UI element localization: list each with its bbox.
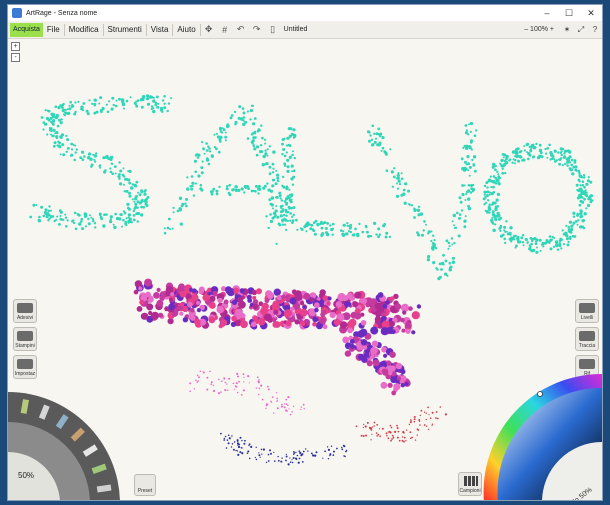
- menu-file[interactable]: File: [43, 23, 65, 36]
- plus-icon[interactable]: +: [11, 42, 20, 51]
- letter-o: [482, 142, 594, 254]
- grid-icon[interactable]: #: [218, 23, 232, 37]
- settings-label: Impostaz: [14, 371, 36, 377]
- color-picker[interactable]: [482, 372, 602, 501]
- zoom-value: 100%: [530, 26, 548, 33]
- settings-button[interactable]: Impostaz: [13, 355, 37, 379]
- letter-v: [366, 121, 478, 281]
- purchase-button[interactable]: Acquista: [10, 22, 43, 37]
- document-name[interactable]: Untitled: [284, 26, 308, 33]
- settings-icon: [17, 359, 33, 369]
- layers-label: Livelli: [580, 315, 594, 321]
- navy-scatter: [220, 432, 348, 466]
- stickers-button[interactable]: Adesivi: [13, 299, 37, 323]
- stencils-label: Stampini: [15, 343, 35, 349]
- letter-s: [29, 94, 172, 231]
- title-bar: ArtRage - Senza nome – ☐ ✕: [8, 5, 602, 21]
- samples-grid-icon: [464, 476, 478, 486]
- minimize-icon[interactable]: –: [536, 5, 558, 21]
- preset-label: Preset: [137, 488, 153, 494]
- menu-bar: Acquista File Modifica Strumenti Vista A…: [8, 21, 602, 39]
- menu-edit[interactable]: Modifica: [65, 23, 104, 36]
- menu-tools[interactable]: Strumenti: [104, 23, 147, 36]
- help-icon[interactable]: ?: [588, 25, 602, 34]
- pin-icon[interactable]: ✶: [560, 25, 574, 34]
- preset-button[interactable]: Preset: [134, 474, 156, 496]
- drawing-canvas[interactable]: + - Adesivi Stampini Impostaz Livelli Tr…: [8, 40, 602, 501]
- stencil-icon: [17, 331, 33, 341]
- document-icon: ▯: [270, 24, 276, 34]
- move-icon[interactable]: ✥: [202, 23, 216, 37]
- layers-button[interactable]: Livelli: [575, 299, 599, 323]
- stencils-button[interactable]: Stampini: [13, 327, 37, 351]
- samples-label: Campioni: [459, 488, 481, 494]
- samples-button[interactable]: Campioni: [458, 472, 482, 496]
- menu-view[interactable]: Vista: [147, 23, 174, 36]
- minus-icon[interactable]: -: [11, 53, 20, 62]
- tracing-icon: [579, 331, 595, 341]
- stickers-label: Adesivi: [16, 315, 34, 321]
- brush-zoom-label: 50%: [18, 471, 35, 480]
- zoom-level[interactable]: – 100% +: [524, 26, 554, 33]
- maximize-icon[interactable]: ☐: [558, 5, 580, 21]
- tracing-label: Traccia: [578, 343, 596, 349]
- redo-icon[interactable]: ↷: [250, 23, 264, 37]
- tracing-button[interactable]: Traccia: [575, 327, 599, 351]
- close-icon[interactable]: ✕: [580, 5, 602, 21]
- layers-icon: [579, 303, 595, 313]
- pink-scatter: [189, 370, 305, 416]
- letter-a-bar: [199, 183, 266, 197]
- magenta-tail: [342, 327, 411, 396]
- undo-icon[interactable]: ↶: [234, 23, 248, 37]
- sticker-icon: [17, 303, 33, 313]
- magenta-stroke: [133, 278, 422, 336]
- letter-a: [163, 104, 285, 245]
- app-icon: [12, 8, 22, 18]
- letter-l: [278, 127, 392, 239]
- hue-marker[interactable]: [537, 391, 543, 397]
- artrage-window: ArtRage - Senza nome – ☐ ✕ Acquista File…: [7, 4, 603, 501]
- window-title: ArtRage - Senza nome: [26, 9, 98, 17]
- reference-icon: [579, 359, 595, 369]
- menu-help[interactable]: Aiuto: [173, 23, 201, 36]
- expand-icon[interactable]: ⤢: [574, 25, 588, 35]
- red-scatter: [355, 406, 447, 443]
- tool-picker-wheel[interactable]: [8, 382, 133, 501]
